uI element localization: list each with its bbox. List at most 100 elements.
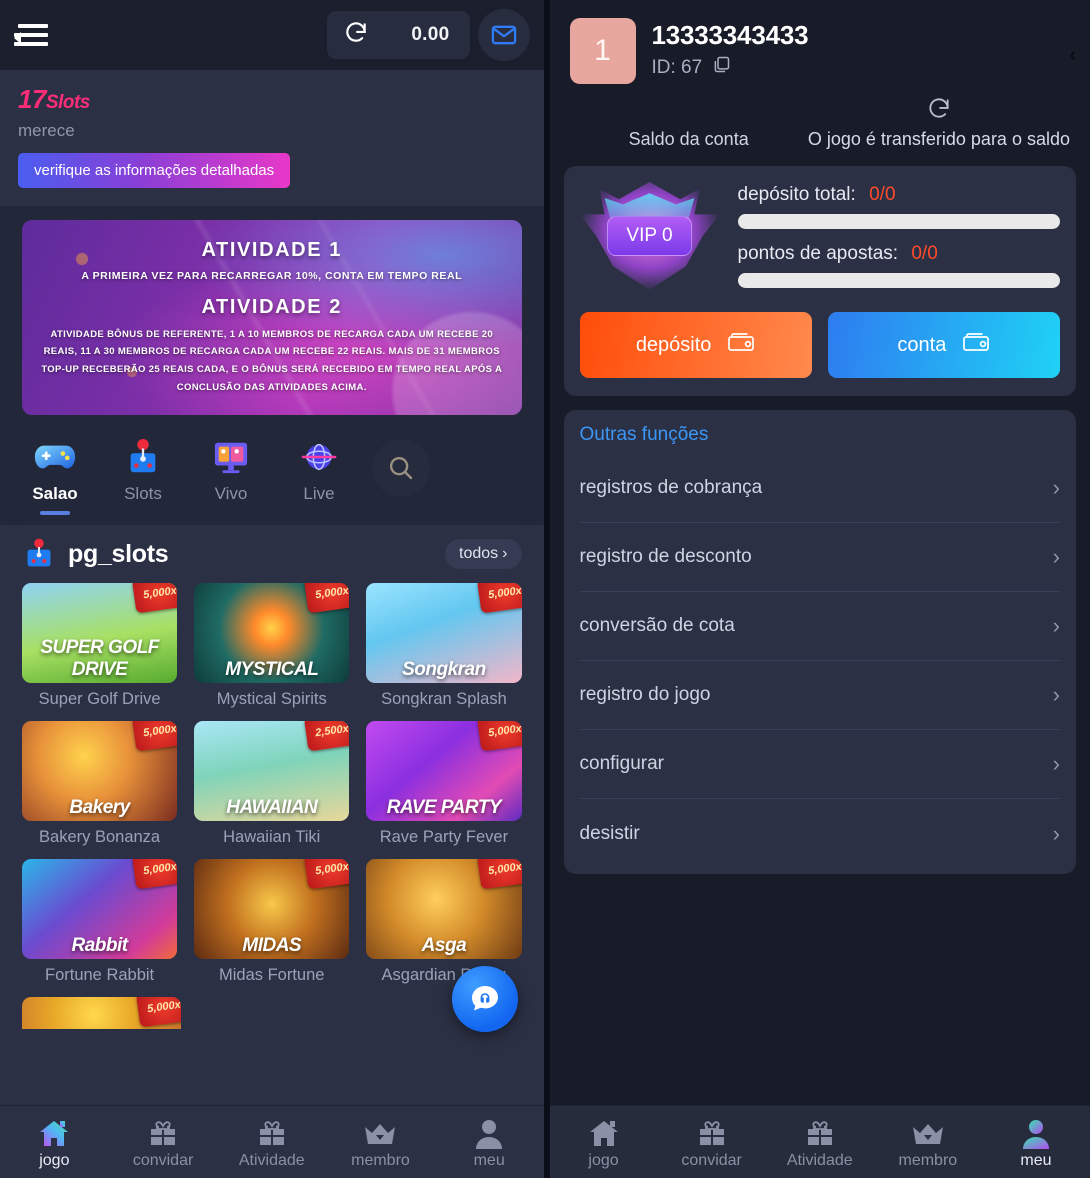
game-art-text: MYSTICAL <box>225 659 319 680</box>
function-item[interactable]: registro de desconto › <box>579 523 1060 592</box>
game-thumbnail: MIDAS 5,000x <box>194 859 350 959</box>
nav-item-meu[interactable]: meu <box>435 1114 544 1170</box>
nav-item-membro[interactable]: membro <box>874 1114 982 1170</box>
nav-item-convidar[interactable]: convidar <box>658 1114 766 1170</box>
wallet-icon <box>727 330 755 360</box>
game-title: Fortune Rabbit <box>45 966 155 984</box>
games-grid: SUPER GOLF DRIVE 5,000x Super Golf Drive MY… <box>22 583 522 985</box>
nav-item-label: jogo <box>39 1152 70 1169</box>
game-tile[interactable]: MIDAS 5,000x Midas Fortune <box>194 859 350 985</box>
promo-details-button[interactable]: verifique as informações detalhadas <box>18 153 291 188</box>
game-tile[interactable]: Songkran 5,000x Songkran Splash <box>366 583 522 709</box>
top-bar: 0.00 <box>0 0 544 70</box>
category-tab-vivo[interactable]: Vivo <box>194 433 268 515</box>
person-icon <box>1021 1114 1051 1150</box>
game-tile[interactable]: Asga 5,000x Asgardian Rising <box>366 859 522 985</box>
pg-provider-icon <box>22 537 56 571</box>
category-tab-salao[interactable]: Salao <box>18 433 92 515</box>
gift-icon <box>696 1114 728 1150</box>
refresh-icon[interactable] <box>343 20 369 51</box>
betting-progress-bar <box>737 273 1060 288</box>
category-tab-label: Salao <box>32 484 78 503</box>
banner-line-1: A PRIMEIRA VEZ PARA RECARREGAR 10%, CONT… <box>81 269 463 282</box>
nav-item-jogo[interactable]: jogo <box>550 1114 658 1170</box>
category-tab-label: Live <box>303 484 335 503</box>
betting-points-label: pontos de apostas: <box>737 243 899 264</box>
account-balance-label: Saldo da conta <box>628 129 749 149</box>
function-item[interactable]: desistir › <box>580 799 1061 868</box>
function-item-label: registro do jogo <box>579 684 711 705</box>
game-tile[interactable]: Bakery 5,000x Bakery Bonanza <box>22 721 178 847</box>
category-tab-live[interactable]: Live <box>282 433 356 515</box>
mail-icon[interactable] <box>477 9 530 61</box>
game-title: Songkran Splash <box>381 690 507 708</box>
category-tab-label: Vivo <box>214 484 248 503</box>
vip-crown-icon: VIP 0 <box>579 182 720 290</box>
nav-item-jogo[interactable]: jogo <box>0 1114 109 1170</box>
function-item[interactable]: conversão de cota › <box>579 592 1060 661</box>
nav-item-atividade[interactable]: Atividade <box>766 1114 874 1170</box>
game-tile[interactable]: Rabbit 5,000x Fortune Rabbit <box>22 859 178 985</box>
game-tile[interactable]: RAVE PARTY 5,000x Rave Party Fever <box>366 721 522 847</box>
game-tile[interactable]: SUPER GOLF DRIVE 5,000x Super Golf Drive <box>22 583 178 709</box>
vip-meters: depósito total: 0/0 pontos de apostas: 0… <box>737 184 1060 288</box>
account-id-label: ID: 67 <box>651 56 703 78</box>
chevron-right-icon: › <box>1052 682 1060 707</box>
nav-item-label: meu <box>473 1152 505 1169</box>
balance-chip[interactable]: 0.00 <box>327 11 470 59</box>
multiplier-badge: 5,000x <box>476 859 522 890</box>
deposit-total-label: depósito total: <box>737 184 856 205</box>
game-tile[interactable]: HAWAIIAN 2,500x Hawaiian Tiki <box>194 721 350 847</box>
nav-item-convidar[interactable]: convidar <box>109 1114 218 1170</box>
username: 13333343433 <box>651 20 809 50</box>
function-item[interactable]: registro do jogo › <box>579 661 1060 730</box>
support-chat-icon[interactable] <box>452 966 518 1032</box>
nav-item-label: Atividade <box>238 1152 305 1169</box>
game-art-text: Asga <box>421 935 467 956</box>
transfer-label: O jogo é transferido para o saldo <box>807 129 1070 149</box>
account-header: 1 13333343433 ID: 67 ‹ <box>550 0 1090 84</box>
chevron-right-icon: › <box>502 545 508 562</box>
globe-icon <box>300 433 338 481</box>
game-tile[interactable]: 5,000x <box>22 997 522 1029</box>
nav-item-meu[interactable]: meu <box>982 1114 1090 1170</box>
refresh-icon[interactable] <box>808 96 1070 127</box>
game-thumbnail: SUPER GOLF DRIVE 5,000x <box>22 583 178 683</box>
search-icon[interactable] <box>372 439 430 497</box>
function-item-label: registro de desconto <box>579 546 752 567</box>
deposit-total-value: 0/0 <box>869 184 896 205</box>
bottom-navigation-right: jogo convidar Atividade membro meu <box>549 1105 1090 1178</box>
action-buttons: depósito conta <box>579 312 1060 378</box>
person-icon <box>474 1114 504 1150</box>
account-button[interactable]: conta <box>827 312 1060 378</box>
gift-icon <box>804 1114 836 1150</box>
game-art-text: Bakery <box>69 797 130 818</box>
nav-item-atividade[interactable]: Atividade <box>217 1114 326 1170</box>
games-grid-partial-row: 5,000x <box>22 997 522 1029</box>
game-thumbnail: Rabbit 5,000x <box>22 859 178 959</box>
back-caret-icon[interactable]: ‹ <box>1069 44 1076 67</box>
game-art-text: Rabbit <box>71 935 129 956</box>
view-all-button[interactable]: todos › <box>445 539 522 569</box>
deposit-button[interactable]: depósito <box>579 312 812 378</box>
game-thumbnail: Songkran 5,000x <box>366 583 522 683</box>
activity-banner[interactable]: ATIVIDADE 1 A PRIMEIRA VEZ PARA RECARREG… <box>22 220 522 415</box>
hamburger-menu-icon[interactable] <box>14 20 48 50</box>
chevron-right-icon: › <box>1052 475 1060 500</box>
multiplier-badge: 5,000x <box>304 583 350 614</box>
betting-points-value: 0/0 <box>911 243 938 264</box>
category-tab-slots[interactable]: Slots <box>106 433 180 515</box>
nav-item-membro[interactable]: membro <box>326 1114 435 1170</box>
function-item[interactable]: registros de cobrança › <box>579 454 1060 523</box>
avatar[interactable]: 1 <box>569 18 636 84</box>
vip-row: VIP 0 depósito total: 0/0 pontos de apos… <box>579 182 1060 290</box>
game-art-text: SUPER GOLF DRIVE <box>40 637 159 680</box>
game-thumbnail: MYSTICAL 5,000x <box>194 583 350 683</box>
copy-icon[interactable] <box>711 54 732 81</box>
transfer-block[interactable]: O jogo é transferido para o saldo <box>808 96 1070 150</box>
game-title: Hawaiian Tiki <box>223 828 321 846</box>
chevron-right-icon: › <box>1052 751 1060 776</box>
chevron-right-icon: › <box>1052 820 1060 846</box>
game-tile[interactable]: MYSTICAL 5,000x Mystical Spirits <box>194 583 350 709</box>
function-item[interactable]: configurar › <box>579 730 1060 799</box>
